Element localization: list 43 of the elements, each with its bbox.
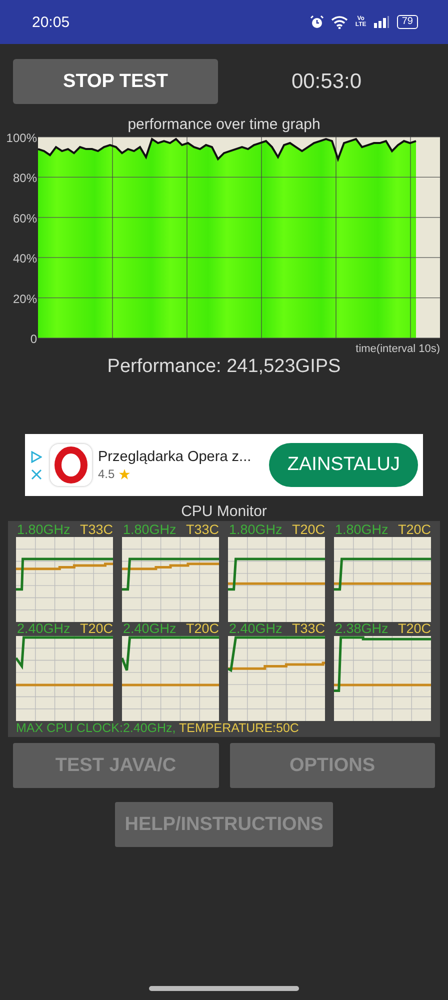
temperature-summary: TEMPERATURE:50C: [179, 721, 299, 735]
y-tick-label: 0: [30, 332, 37, 346]
y-tick-label: 60%: [12, 211, 37, 226]
y-tick-label: 20%: [12, 292, 37, 306]
core-clock: 2.40GHz: [229, 622, 282, 636]
test-timer: 00:53:0: [290, 70, 363, 94]
ad-choices-icon[interactable]: [30, 450, 42, 462]
y-tick-label: 80%: [12, 171, 37, 186]
ad-title: Przeglądarka Opera z...: [98, 449, 252, 465]
performance-readout: Performance: 241,523GIPS: [106, 356, 342, 378]
core-temperature: T20C: [292, 523, 325, 537]
app-logo-icon: [50, 444, 92, 486]
battery-icon: 79: [396, 15, 418, 29]
y-tick-label: 100%: [6, 131, 37, 145]
close-icon[interactable]: [30, 468, 42, 480]
stop-test-button[interactable]: STOP TEST: [13, 59, 218, 104]
core-temperature: T33C: [186, 523, 219, 537]
star-icon: [118, 468, 130, 480]
rating-value: 4.5: [98, 467, 115, 481]
core-temperature: T33C: [292, 622, 325, 636]
core-temperature: T20C: [398, 622, 431, 636]
core-clock: 2.40GHz: [17, 622, 70, 636]
navigation-handle[interactable]: [149, 986, 299, 991]
y-tick-label: 40%: [12, 252, 37, 266]
install-button[interactable]: ZAINSTALUJ: [269, 443, 418, 487]
core-clock: 1.80GHz: [17, 523, 70, 537]
core-clock: 1.80GHz: [123, 523, 176, 537]
section-title: CPU Monitor: [180, 503, 268, 521]
core-temperature: T20C: [398, 523, 431, 537]
core-clock: 1.80GHz: [335, 523, 388, 537]
core-temperature: T20C: [80, 622, 113, 636]
core-clock: 1.80GHz: [229, 523, 282, 537]
chart-title: performance over time graph: [126, 116, 322, 133]
core-temperature: T20C: [186, 622, 219, 636]
wifi-icon: [330, 16, 348, 28]
core-clock: 2.40GHz: [123, 622, 176, 636]
x-axis-label: time(interval 10s): [356, 343, 440, 354]
core-temperature: T33C: [80, 523, 113, 537]
signal-icon: [374, 16, 390, 28]
core-clock: 2.38GHz: [335, 622, 388, 636]
alarm-clock-icon: [310, 15, 324, 29]
status-time: 20:05: [32, 14, 71, 30]
max-clock-summary: MAX CPU CLOCK:2.40GHz,: [16, 721, 176, 735]
